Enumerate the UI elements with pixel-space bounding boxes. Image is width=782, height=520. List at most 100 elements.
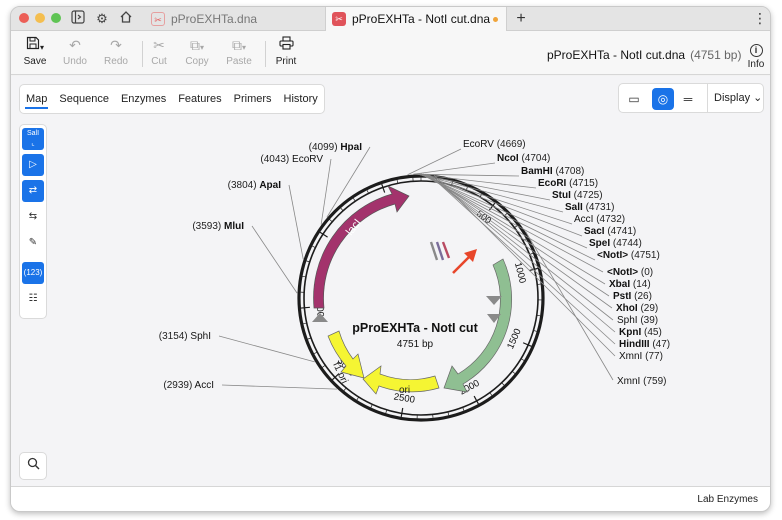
site-label[interactable]: XbaI (14)	[609, 279, 651, 290]
site-label[interactable]: StuI (4725)	[552, 190, 603, 201]
site-label[interactable]: <NotI> (4751)	[597, 250, 660, 261]
home-icon[interactable]	[117, 10, 135, 28]
kebab-icon[interactable]: ⋮	[753, 7, 767, 31]
plasmid-map[interactable]: 5001000150020002500300035004000 lacI f1 …	[11, 76, 771, 486]
paintbrush-icon[interactable]: ✎	[22, 232, 44, 254]
feature-marker[interactable]	[429, 241, 439, 261]
unsaved-indicator	[493, 17, 498, 22]
site-label[interactable]: BamHI (4708)	[521, 166, 584, 177]
tab-label: pProEXHTa - NotI cut.dna	[352, 12, 491, 26]
site-label[interactable]: HindIII (47)	[619, 339, 670, 350]
site-label[interactable]: PstI (26)	[613, 291, 652, 302]
site-label[interactable]: KpnI (45)	[619, 327, 662, 338]
app-window: ⚙ ✂ pProEXHTa.dna ✂ pProEXHTa - NotI cut…	[10, 6, 771, 512]
feature-marker[interactable]	[435, 241, 445, 261]
tab-bar: ⚙ ✂ pProEXHTa.dna ✂ pProEXHTa - NotI cut…	[11, 7, 770, 31]
gear-icon[interactable]: ⚙	[93, 10, 111, 28]
enzyme-count-toggle[interactable]: (123)	[22, 262, 44, 284]
view-controls: ▭ ◎ ═ Display ⌄	[618, 83, 764, 113]
undo-label: Undo	[63, 56, 87, 67]
site-leader-line	[218, 335, 315, 363]
site-leader-line	[320, 158, 332, 225]
tick-label: 1500	[505, 327, 524, 351]
orf-toggle-icon[interactable]: ⇆	[22, 206, 44, 228]
dna-file-icon: ✂	[332, 12, 346, 26]
sequence-view-toggle-icon[interactable]: ═	[677, 88, 699, 110]
feature-marker[interactable]	[486, 296, 502, 305]
feature-label-ori: ori	[399, 385, 410, 396]
info-icon: i	[749, 44, 763, 57]
tab-history[interactable]: History	[278, 85, 324, 113]
paste-label: Paste	[226, 56, 252, 67]
site-label[interactable]: (4043) EcoRV	[260, 154, 323, 165]
site-leader-line	[251, 225, 298, 294]
site-label[interactable]: AccI (4732)	[574, 214, 625, 225]
feature-marker[interactable]	[441, 241, 451, 259]
redo-button[interactable]: ↷ Redo	[96, 35, 136, 73]
undo-button[interactable]: ↶ Undo	[55, 35, 95, 73]
print-button[interactable]: Print	[266, 35, 306, 73]
document-length: (4751 bp)	[690, 48, 742, 62]
redo-label: Redo	[104, 56, 128, 67]
site-label[interactable]: EcoRI (4715)	[538, 178, 598, 189]
site-label[interactable]: SphI (39)	[617, 315, 658, 326]
circular-map-toggle-icon[interactable]: ◎	[652, 88, 674, 110]
display-menu-label: Display	[714, 92, 751, 104]
site-label[interactable]: XmnI (77)	[619, 351, 663, 362]
zoom-window-button[interactable]	[51, 13, 61, 23]
copy-icon: ⧉▾	[189, 37, 204, 53]
feature-toggle-icon[interactable]: ▷	[22, 154, 44, 176]
site-label[interactable]: SacI (4741)	[584, 226, 636, 237]
linear-map-toggle-icon[interactable]: ▭	[623, 88, 645, 110]
display-menu[interactable]: Display ⌄	[707, 84, 764, 112]
site-label[interactable]: XmnI (759)	[617, 376, 666, 387]
site-label[interactable]: SalI (4731)	[565, 202, 614, 213]
site-leader-line	[413, 162, 496, 175]
sidebar-toggle-icon[interactable]	[69, 10, 87, 28]
site-label[interactable]: <NotI> (0)	[607, 267, 653, 278]
dna-file-icon: ✂	[151, 12, 165, 26]
tab-enzymes[interactable]: Enzymes	[115, 85, 172, 113]
tab-document-notI-cut[interactable]: ✂ pProEXHTa - NotI cut.dna	[325, 7, 507, 31]
tab-primers[interactable]: Primers	[228, 85, 278, 113]
save-label: Save	[23, 56, 47, 67]
save-button[interactable]: ▾ Save	[15, 35, 55, 73]
close-window-button[interactable]	[19, 13, 29, 23]
site-label[interactable]: NcoI (4704)	[497, 153, 550, 164]
plus-icon[interactable]: +	[511, 7, 531, 31]
tab-document-original[interactable]: ✂ pProEXHTa.dna	[145, 7, 325, 31]
cut-button[interactable]: ✂ Cut	[139, 35, 179, 73]
site-label[interactable]: (3804) ApaI	[228, 180, 282, 191]
enzyme-button-label: SalI	[26, 130, 40, 137]
document-name: pProEXHTa - NotI cut.dna	[547, 48, 686, 62]
feature-lacI[interactable]	[313, 185, 410, 309]
cut-site-arrow	[452, 254, 472, 274]
site-label[interactable]: SpeI (4744)	[589, 238, 642, 249]
site-label[interactable]: XhoI (29)	[616, 303, 658, 314]
enzyme-sites-toggle[interactable]: SalI ⌞	[22, 128, 44, 150]
translation-toggle-icon[interactable]: ☷	[22, 288, 44, 310]
copy-button[interactable]: ⧉▾ Copy	[177, 35, 217, 73]
site-label[interactable]: (4099) HpaI	[309, 142, 363, 153]
tab-map[interactable]: Map	[20, 85, 53, 113]
primer-toggle-icon[interactable]: ⇄	[22, 180, 44, 202]
tab-label: pProEXHTa.dna	[171, 12, 258, 26]
info-button[interactable]: i Info	[743, 40, 769, 72]
document-title: pProEXHTa - NotI cut.dna (4751 bp)	[547, 48, 741, 62]
tick-mark	[300, 306, 310, 309]
paste-button[interactable]: ⧉▾ Paste	[219, 35, 259, 73]
minimize-window-button[interactable]	[35, 13, 45, 23]
site-label[interactable]: (3593) MluI	[192, 221, 244, 232]
search-icon[interactable]	[19, 452, 47, 480]
map-tool-sidebar: SalI ⌞ ▷ ⇄ ⇆ ✎ (123) ☷	[19, 124, 47, 319]
scissors-icon: ✂	[153, 37, 165, 53]
site-label[interactable]: (2939) AccI	[163, 380, 214, 391]
enzyme-set-label: Lab Enzymes	[697, 494, 758, 505]
tab-features[interactable]: Features	[172, 85, 227, 113]
map-view: 5001000150020002500300035004000 lacI f1 …	[11, 76, 771, 486]
site-label[interactable]: (3154) SphI	[159, 331, 211, 342]
tab-sequence[interactable]: Sequence	[53, 85, 115, 113]
tick-mark	[400, 407, 404, 417]
site-label[interactable]: EcoRV (4669)	[463, 139, 526, 150]
status-bar: Lab Enzymes	[11, 486, 770, 511]
